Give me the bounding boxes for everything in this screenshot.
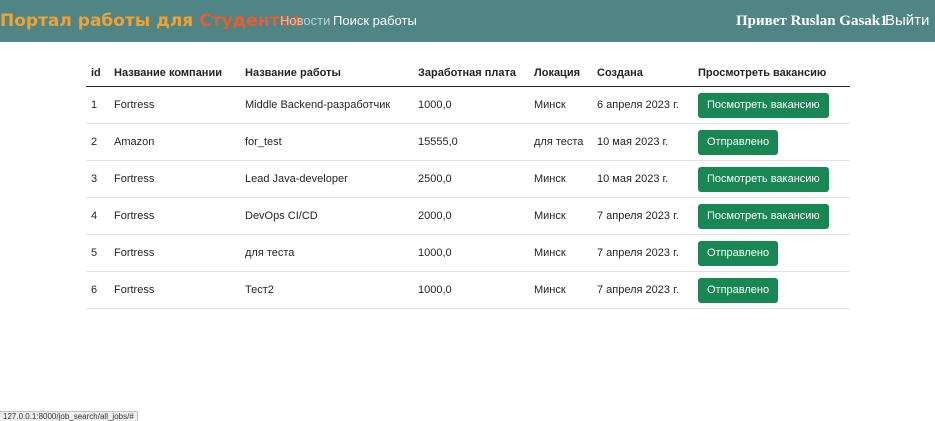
nav-link-job-search[interactable]: Поиск работы — [333, 13, 417, 29]
cell-id: 3 — [86, 160, 109, 198]
sent-button[interactable]: Отправлено — [698, 240, 779, 266]
header-row: id Название компании Название работы Зар… — [86, 60, 850, 87]
cell-created: 7 апреля 2023 г. — [592, 234, 693, 272]
view-vacancy-button[interactable]: Посмотреть вакансию — [698, 203, 829, 229]
cell-company: Fortress — [109, 271, 240, 309]
cell-action: Посмотреть вакансию — [693, 197, 850, 235]
cell-id: 1 — [86, 86, 109, 124]
cell-created: 7 апреля 2023 г. — [592, 271, 693, 309]
table-row: 4 Fortress DevOps CI/CD 2000,0 Минск 7 а… — [86, 197, 850, 235]
cell-company: Fortress — [109, 234, 240, 272]
cell-company: Fortress — [109, 160, 240, 198]
table-row: 6 Fortress Тест2 1000,0 Минск 7 апреля 2… — [86, 271, 850, 309]
cell-id: 2 — [86, 123, 109, 161]
cell-location: для теста — [529, 123, 592, 161]
header-id: id — [86, 60, 109, 87]
cell-action: Отправлено — [693, 271, 850, 309]
header-job: Название работы — [240, 60, 413, 87]
cell-location: Минск — [529, 234, 592, 272]
sent-button[interactable]: Отправлено — [698, 129, 779, 155]
cell-location: Минск — [529, 160, 592, 198]
top-navbar: Портал работы для Студентов Новости Поис… — [0, 0, 935, 42]
table-row: 1 Fortress Middle Backend-разработчик 10… — [86, 86, 850, 124]
header-salary: Заработная плата — [413, 60, 529, 87]
cell-job: for_test — [240, 123, 413, 161]
cell-created: 10 мая 2023 г. — [592, 160, 693, 198]
jobs-table-body: 1 Fortress Middle Backend-разработчик 10… — [86, 86, 850, 309]
cell-action: Посмотреть вакансию — [693, 86, 850, 124]
cell-salary: 1000,0 — [413, 271, 529, 309]
cell-id: 6 — [86, 271, 109, 309]
cell-created: 7 апреля 2023 г. — [592, 197, 693, 235]
cell-salary: 15555,0 — [413, 123, 529, 161]
cell-location: Минск — [529, 197, 592, 235]
jobs-table: id Название компании Название работы Зар… — [86, 60, 850, 309]
cell-salary: 2500,0 — [413, 160, 529, 198]
view-vacancy-button[interactable]: Посмотреть вакансию — [698, 92, 829, 118]
sent-button[interactable]: Отправлено — [698, 277, 779, 303]
header-location: Локация — [529, 60, 592, 87]
nav-link-news[interactable]: Новости — [280, 13, 330, 29]
header-company: Название компании — [109, 60, 240, 87]
browser-status-bar: 127.0.0.1:8000/job_search/all_jobs/# — [0, 411, 138, 421]
cell-id: 5 — [86, 234, 109, 272]
user-greeting: Привет Ruslan Gasak1 — [736, 13, 888, 29]
cell-location: Минск — [529, 271, 592, 309]
cell-action: Отправлено — [693, 123, 850, 161]
table-row: 3 Fortress Lead Java-developer 2500,0 Ми… — [86, 160, 850, 198]
cell-id: 4 — [86, 197, 109, 235]
cell-company: Amazon — [109, 123, 240, 161]
cell-company: Fortress — [109, 86, 240, 124]
cell-job: для теста — [240, 234, 413, 272]
table-row: 2 Amazon for_test 15555,0 для теста 10 м… — [86, 123, 850, 161]
cell-created: 6 апреля 2023 г. — [592, 86, 693, 124]
cell-salary: 2000,0 — [413, 197, 529, 235]
cell-action: Посмотреть вакансию — [693, 160, 850, 198]
brand-logo-link[interactable]: Портал работы для Студентов — [0, 9, 302, 33]
cell-salary: 1000,0 — [413, 234, 529, 272]
cell-job: DevOps CI/CD — [240, 197, 413, 235]
cell-action: Отправлено — [693, 234, 850, 272]
brand-text-part1: Портал работы для — [0, 11, 200, 31]
logout-link[interactable]: Выйти — [885, 11, 929, 31]
header-action: Просмотреть вакансию — [693, 60, 850, 87]
cell-job: Тест2 — [240, 271, 413, 309]
cell-created: 10 мая 2023 г. — [592, 123, 693, 161]
cell-salary: 1000,0 — [413, 86, 529, 124]
view-vacancy-button[interactable]: Посмотреть вакансию — [698, 166, 829, 192]
cell-location: Минск — [529, 86, 592, 124]
jobs-table-header: id Название компании Название работы Зар… — [86, 60, 850, 87]
header-created: Создана — [592, 60, 693, 87]
cell-job: Middle Backend-разработчик — [240, 86, 413, 124]
cell-company: Fortress — [109, 197, 240, 235]
cell-job: Lead Java-developer — [240, 160, 413, 198]
table-row: 5 Fortress для теста 1000,0 Минск 7 апре… — [86, 234, 850, 272]
